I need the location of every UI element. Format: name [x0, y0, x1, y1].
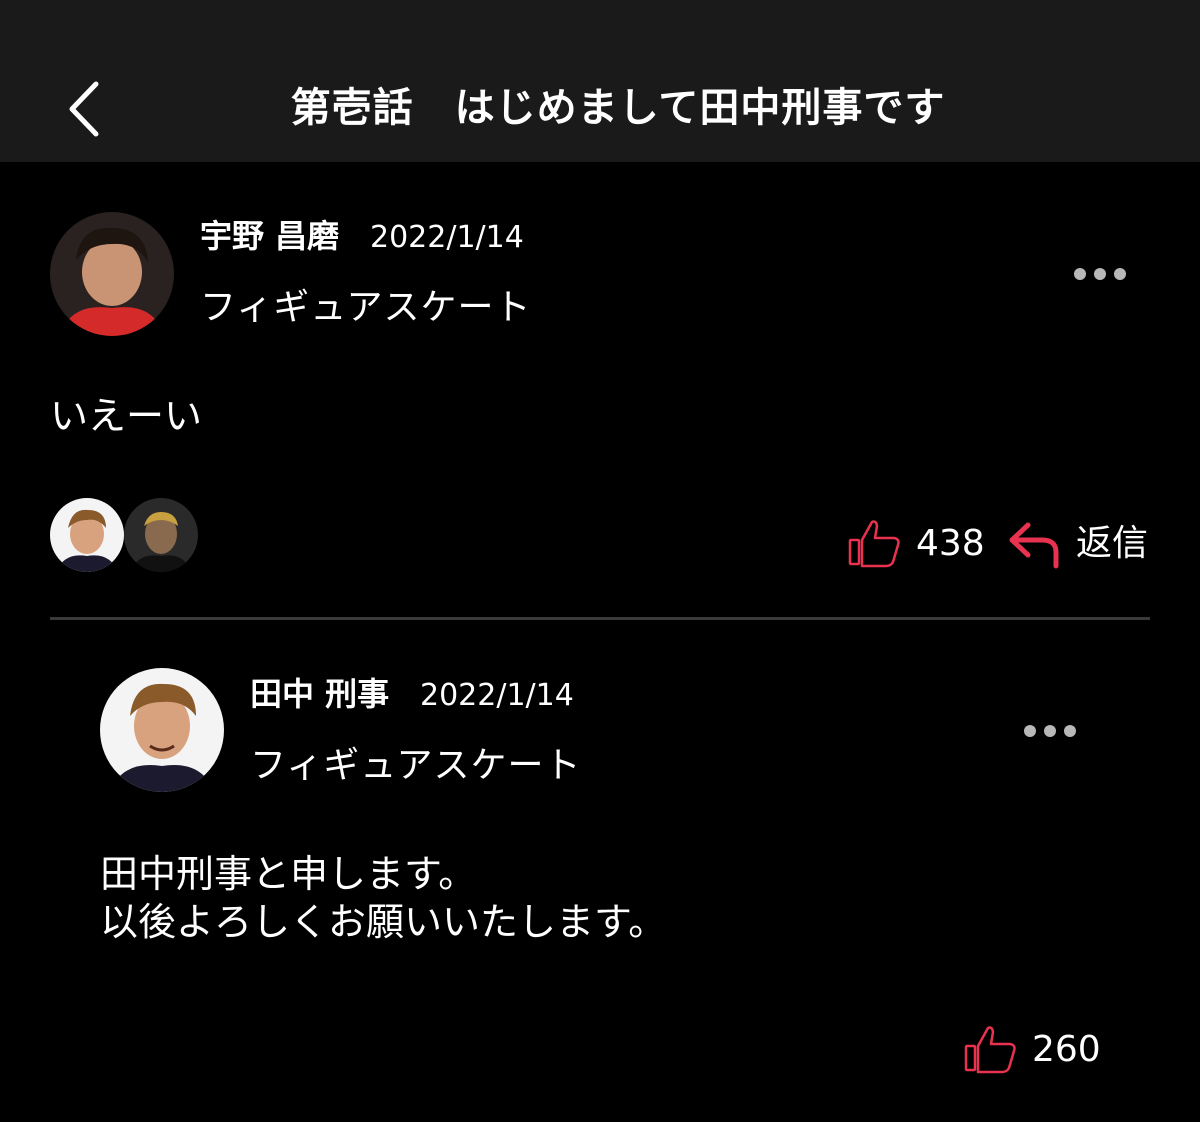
reply-username[interactable]: 田中 刑事 [250, 674, 389, 714]
user-photo [100, 668, 224, 792]
like-count: 438 [916, 523, 985, 564]
avatar[interactable] [50, 212, 174, 336]
user-photo [124, 498, 198, 572]
reply-body-line-1: 田中刑事と申します。 [100, 852, 477, 896]
dot-icon [1074, 268, 1086, 280]
reply-arrow-icon [1009, 522, 1059, 569]
post-body: いえーい [50, 394, 203, 438]
user-photo [50, 498, 124, 572]
reply-category: フィギュアスケート [250, 745, 582, 786]
like-button[interactable] [962, 1024, 1018, 1076]
dot-icon [1024, 725, 1036, 737]
thumbs-up-icon [964, 1026, 1016, 1074]
page-title: 第壱話 はじめまして田中刑事です [290, 85, 946, 131]
dot-icon [1044, 725, 1056, 737]
thumbs-up-icon [848, 520, 900, 568]
post-category: フィギュアスケート [200, 287, 532, 328]
more-options-button[interactable] [1070, 262, 1130, 286]
dot-icon [1064, 725, 1076, 737]
liker-avatar[interactable] [50, 498, 124, 572]
post-username[interactable]: 宇野 昌磨 [200, 216, 339, 256]
like-button[interactable] [846, 518, 902, 570]
more-options-button[interactable] [1020, 719, 1080, 743]
divider [50, 617, 1150, 620]
dot-icon [1094, 268, 1106, 280]
user-photo [50, 212, 174, 336]
reply-date: 2022/1/14 [420, 678, 574, 713]
dot-icon [1114, 268, 1126, 280]
like-count: 260 [1032, 1029, 1101, 1070]
header-bar: 第壱話 はじめまして田中刑事です [0, 0, 1200, 162]
reply-label[interactable]: 返信 [1076, 522, 1148, 566]
reply-button[interactable] [1006, 520, 1062, 574]
liker-avatar[interactable] [124, 498, 198, 572]
reply-body-line-2: 以後よろしくお願いいたします。 [100, 900, 667, 944]
avatar[interactable] [100, 668, 224, 792]
post-date: 2022/1/14 [370, 220, 524, 255]
